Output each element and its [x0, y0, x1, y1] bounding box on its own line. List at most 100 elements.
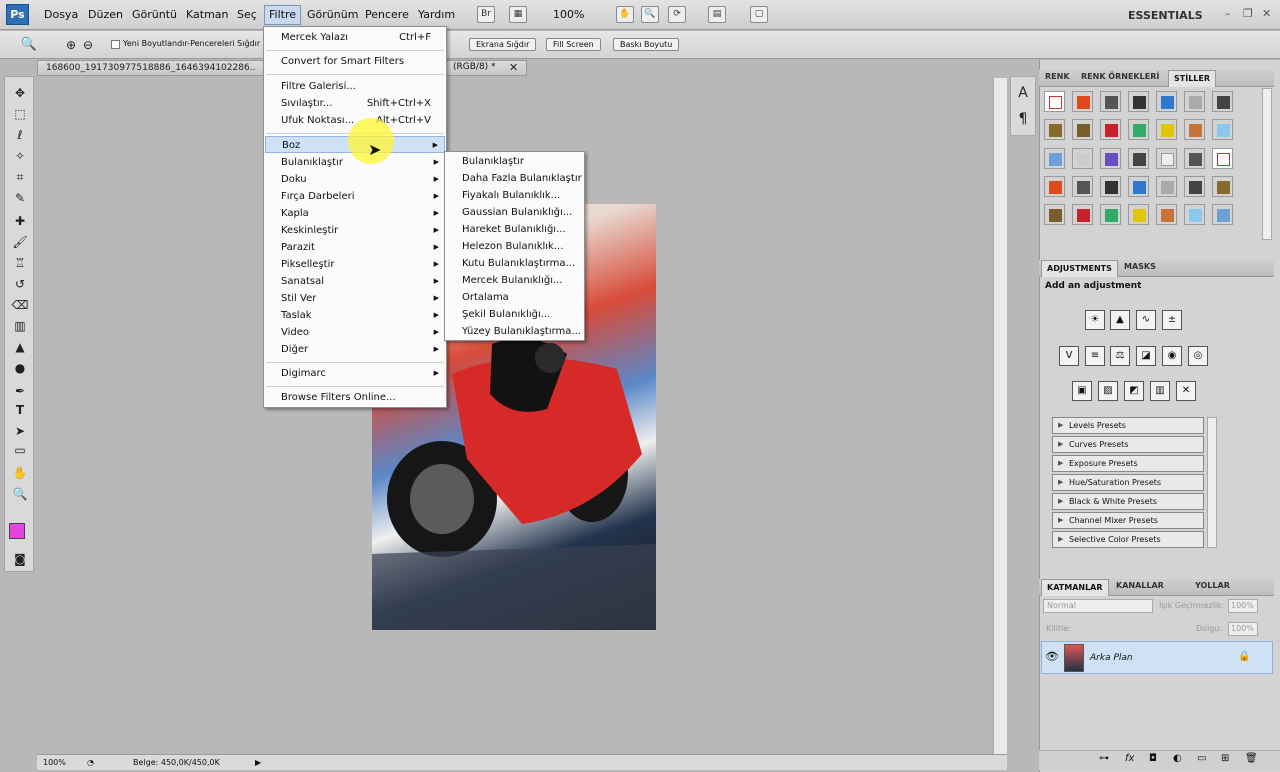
print-size-button[interactable]: Baskı Boyutu	[613, 38, 680, 51]
healing-brush-icon[interactable]: ✚	[11, 213, 29, 229]
style-swatch[interactable]	[1072, 91, 1093, 112]
menu-gorunum[interactable]: Görünüm	[307, 8, 358, 21]
menu-dosya[interactable]: Dosya	[44, 8, 78, 21]
preset-exposure[interactable]: ▶ Exposure Presets	[1052, 455, 1204, 472]
tab-channels[interactable]: KANALLAR	[1116, 581, 1164, 590]
filter-menu-artistic[interactable]: Sanatsal ▶	[265, 273, 445, 290]
preset-black-white[interactable]: ▶ Black & White Presets	[1052, 493, 1204, 510]
fill-field[interactable]: 100%	[1228, 622, 1258, 636]
filter-menu-brush-strokes[interactable]: Fırça Darbeleri ▶	[265, 188, 445, 205]
arrange-documents-icon[interactable]: ▤	[708, 6, 726, 23]
exposure-icon[interactable]: ±	[1162, 310, 1182, 330]
crop-tool-icon[interactable]: ⌗	[11, 169, 29, 185]
brush-tool-icon[interactable]: 🖌	[11, 234, 29, 250]
threshold-icon[interactable]: ◩	[1124, 381, 1144, 401]
tab-masks[interactable]: MASKS	[1124, 262, 1156, 271]
blur-item[interactable]: Bulanıklaştır	[446, 153, 584, 170]
style-swatch[interactable]	[1184, 204, 1205, 225]
smart-blur-item[interactable]: Fiyakalı Bulanıklık...	[446, 187, 584, 204]
levels-icon[interactable]: ▲	[1110, 310, 1130, 330]
lens-blur-item[interactable]: Mercek Bulanıklığı...	[446, 272, 584, 289]
menu-duzen[interactable]: Düzen	[88, 8, 123, 21]
resize-windows-checkbox[interactable]	[111, 40, 120, 49]
minimize-icon[interactable]: –	[1225, 7, 1231, 20]
marquee-tool-icon[interactable]: ⬚	[11, 106, 29, 122]
magic-wand-icon[interactable]: ✧	[11, 148, 29, 164]
paragraph-panel-icon[interactable]: ¶	[1014, 111, 1032, 127]
layer-background[interactable]: 👁 Arka Plan 🔒	[1041, 641, 1273, 674]
preset-hue-saturation[interactable]: ▶ Hue/Saturation Presets	[1052, 474, 1204, 491]
style-swatch[interactable]	[1044, 204, 1065, 225]
rotate-view-icon[interactable]: ⟳	[668, 6, 686, 23]
filter-menu-texture[interactable]: Doku ▶	[265, 171, 445, 188]
gaussian-blur-item[interactable]: Gaussian Bulanıklığı...	[446, 204, 584, 221]
hand-tool-sidebar-icon[interactable]: ✋	[11, 465, 29, 481]
color-balance-icon[interactable]: ⚖	[1110, 346, 1130, 366]
zoom-tool-icon[interactable]: 🔍	[641, 6, 659, 23]
filter-menu-video[interactable]: Video ▶	[265, 324, 445, 341]
eraser-tool-icon[interactable]: ⌫	[11, 297, 29, 313]
gradient-tool-icon[interactable]: ▥	[11, 318, 29, 334]
new-adjustment-icon[interactable]: ◐	[1173, 753, 1182, 764]
invert-icon[interactable]: ▣	[1072, 381, 1092, 401]
vibrance-icon[interactable]: V	[1059, 346, 1079, 366]
black-white-icon[interactable]: ◪	[1136, 346, 1156, 366]
style-swatch[interactable]	[1072, 176, 1093, 197]
preset-channel-mixer[interactable]: ▶ Channel Mixer Presets	[1052, 512, 1204, 529]
layer-style-icon[interactable]: fx	[1125, 753, 1134, 764]
zoom-tool-preset-icon[interactable]: 🔍	[20, 37, 38, 53]
menu-filtre[interactable]: Filtre	[264, 5, 302, 25]
motion-blur-item[interactable]: Hareket Bulanıklığı...	[446, 221, 584, 238]
curves-icon[interactable]: ∿	[1136, 310, 1156, 330]
menu-sec[interactable]: Seç	[237, 8, 257, 21]
fit-screen-button[interactable]: Ekrana Sığdır	[469, 38, 537, 51]
tab-styles[interactable]: STİLLER	[1168, 70, 1217, 87]
style-swatch[interactable]	[1128, 119, 1149, 140]
view-extras-icon[interactable]: ▦	[509, 6, 527, 23]
close-icon[interactable]: ✕	[1262, 7, 1271, 20]
menu-pencere[interactable]: Pencere	[365, 8, 409, 21]
preset-selective-color[interactable]: ▶ Selective Color Presets	[1052, 531, 1204, 548]
style-swatch[interactable]	[1100, 204, 1121, 225]
filter-menu-browse-online[interactable]: Browse Filters Online...	[265, 389, 445, 406]
add-mask-icon[interactable]: ◘	[1149, 753, 1157, 764]
selective-color-icon[interactable]: ✕	[1176, 381, 1196, 401]
zoom-tool-sidebar-icon[interactable]: 🔍	[11, 486, 29, 502]
screen-mode-icon[interactable]: ▢	[750, 6, 768, 23]
document-close-icon[interactable]: ✕	[509, 61, 518, 74]
style-swatch[interactable]	[1156, 148, 1177, 169]
style-swatch[interactable]	[1044, 119, 1065, 140]
box-blur-item[interactable]: Kutu Bulanıklaştırma...	[446, 255, 584, 272]
style-swatch[interactable]	[1128, 176, 1149, 197]
style-swatch[interactable]	[1212, 204, 1233, 225]
shape-tool-icon[interactable]: ▭	[11, 442, 29, 458]
tab-color[interactable]: RENK	[1045, 72, 1070, 81]
foreground-color-swatch[interactable]	[9, 523, 25, 539]
presets-scrollbar[interactable]	[1207, 417, 1217, 548]
style-swatch[interactable]	[1156, 119, 1177, 140]
style-swatch[interactable]	[1156, 176, 1177, 197]
filter-menu-digimarc[interactable]: Digimarc ▶	[265, 365, 445, 382]
filter-menu-liquify[interactable]: Sıvılaştır... Shift+Ctrl+X	[265, 95, 445, 112]
menu-katman[interactable]: Katman	[186, 8, 229, 21]
surface-blur-item[interactable]: Yüzey Bulanıklaştırma...	[446, 323, 584, 340]
path-selection-icon[interactable]: ➤	[11, 423, 29, 439]
radial-blur-item[interactable]: Helezon Bulanıklık...	[446, 238, 584, 255]
new-layer-icon[interactable]: ⊞	[1221, 753, 1229, 764]
blur-more-item[interactable]: Daha Fazla Bulanıklaştır	[446, 170, 584, 187]
style-swatch[interactable]	[1100, 148, 1121, 169]
filter-menu-last-filter[interactable]: Mercek Yalazı Ctrl+F	[265, 29, 445, 46]
tab-layers[interactable]: KATMANLAR	[1041, 579, 1109, 596]
menu-yardim[interactable]: Yardım	[418, 8, 455, 21]
filter-menu-other[interactable]: Diğer ▶	[265, 341, 445, 358]
blend-mode-select[interactable]: Normal	[1043, 599, 1153, 613]
style-swatch[interactable]	[1184, 148, 1205, 169]
channel-mixer-icon[interactable]: ◎	[1188, 346, 1208, 366]
new-group-icon[interactable]: ▭	[1197, 753, 1206, 764]
bridge-icon[interactable]: Br	[477, 6, 495, 23]
posterize-icon[interactable]: ▨	[1098, 381, 1118, 401]
tab-adjustments[interactable]: ADJUSTMENTS	[1041, 260, 1118, 277]
history-brush-icon[interactable]: ↺	[11, 276, 29, 292]
style-swatch[interactable]	[1128, 91, 1149, 112]
eyedropper-tool-icon[interactable]: ✎	[11, 190, 29, 206]
